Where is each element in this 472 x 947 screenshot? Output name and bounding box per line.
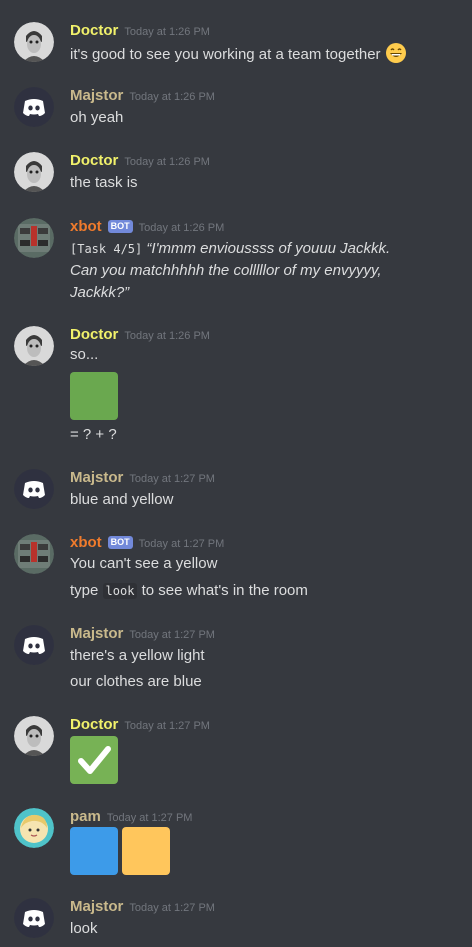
message-text: it's good to see you working at a team t…: [70, 42, 407, 66]
author-name[interactable]: Majstor: [70, 898, 123, 915]
message-header: xbot BOT Today at 1:27 PM: [70, 534, 224, 552]
timestamp: Today at 1:26 PM: [124, 156, 210, 168]
message-header: xbot BOT Today at 1:26 PM: [70, 218, 224, 236]
author-name[interactable]: Majstor: [70, 625, 123, 642]
timestamp: Today at 1:26 PM: [129, 91, 215, 103]
message-header: Doctor Today at 1:26 PM: [70, 22, 210, 40]
message-text: [Task 4/5] “I'mmm envioussss of youuu Ja…: [70, 240, 391, 257]
author-name[interactable]: Doctor: [70, 716, 118, 733]
grinning-face-icon: [385, 42, 407, 64]
orange-square-icon: [122, 827, 170, 875]
message-text: there's a yellow light: [70, 647, 205, 664]
bot-tag: BOT: [107, 536, 133, 549]
avatar-xbot[interactable]: [14, 534, 54, 574]
message-header: pam Today at 1:27 PM: [70, 808, 192, 826]
avatar-doctor[interactable]: [14, 326, 54, 366]
author-name[interactable]: Majstor: [70, 87, 123, 104]
timestamp: Today at 1:27 PM: [129, 473, 215, 485]
discord-logo-icon: [14, 898, 54, 938]
message-header: Majstor Today at 1:27 PM: [70, 469, 215, 487]
avatar-doctor[interactable]: [14, 22, 54, 62]
bot-tag: BOT: [107, 220, 133, 233]
inline-code: look: [102, 583, 138, 599]
avatar-doctor[interactable]: [14, 716, 54, 756]
author-name[interactable]: Doctor: [70, 152, 118, 169]
message-text: so...: [70, 346, 99, 363]
message-text: our clothes are blue: [70, 673, 202, 690]
avatar-majstor[interactable]: [14, 625, 54, 665]
author-name[interactable]: xbot: [70, 218, 102, 235]
timestamp: Today at 1:26 PM: [124, 26, 210, 38]
message-header: Doctor Today at 1:27 PM: [70, 716, 210, 734]
timestamp: Today at 1:27 PM: [106, 812, 193, 824]
discord-logo-icon: [14, 469, 54, 509]
white-check-mark-icon: [70, 736, 118, 784]
message-text: You can't see a yellow: [70, 555, 218, 572]
author-name[interactable]: xbot: [70, 534, 102, 551]
author-name[interactable]: Doctor: [70, 22, 118, 39]
message-text: oh yeah: [70, 109, 124, 126]
avatar-majstor[interactable]: [14, 469, 54, 509]
avatar-majstor[interactable]: [14, 87, 54, 127]
timestamp: Today at 1:26 PM: [138, 222, 225, 234]
avatar-xbot[interactable]: [14, 218, 54, 258]
message-text: the task is: [70, 174, 138, 191]
green-square-icon: [70, 372, 118, 420]
blue-square-icon: [70, 827, 118, 875]
avatar-pam[interactable]: [14, 808, 54, 848]
avatar-majstor[interactable]: [14, 898, 54, 938]
timestamp: Today at 1:27 PM: [129, 629, 215, 641]
timestamp: Today at 1:27 PM: [129, 902, 215, 914]
message-text: type look to see what's in the room: [70, 582, 308, 599]
avatar-doctor[interactable]: [14, 152, 54, 192]
message-header: Majstor Today at 1:26 PM: [70, 87, 215, 105]
inline-code: [Task 4/5]: [70, 242, 143, 256]
message-text: blue and yellow: [70, 491, 174, 508]
author-name[interactable]: Doctor: [70, 326, 118, 343]
message-header: Majstor Today at 1:27 PM: [70, 625, 215, 643]
message-text: = ? + ?: [70, 426, 117, 443]
author-name[interactable]: Majstor: [70, 469, 123, 486]
discord-logo-icon: [14, 87, 54, 127]
message-header: Doctor Today at 1:26 PM: [70, 326, 210, 344]
timestamp: Today at 1:26 PM: [124, 330, 210, 342]
message-header: Majstor Today at 1:27 PM: [70, 898, 215, 916]
message-text: Can you matchhhhh the colllllor of my en…: [70, 262, 382, 279]
author-name[interactable]: pam: [70, 808, 101, 825]
timestamp: Today at 1:27 PM: [138, 538, 225, 550]
discord-logo-icon: [14, 625, 54, 665]
timestamp: Today at 1:27 PM: [124, 720, 210, 732]
message-text: look: [70, 920, 98, 937]
message-header: Doctor Today at 1:26 PM: [70, 152, 210, 170]
message-text: Jackkk?”: [70, 284, 130, 301]
